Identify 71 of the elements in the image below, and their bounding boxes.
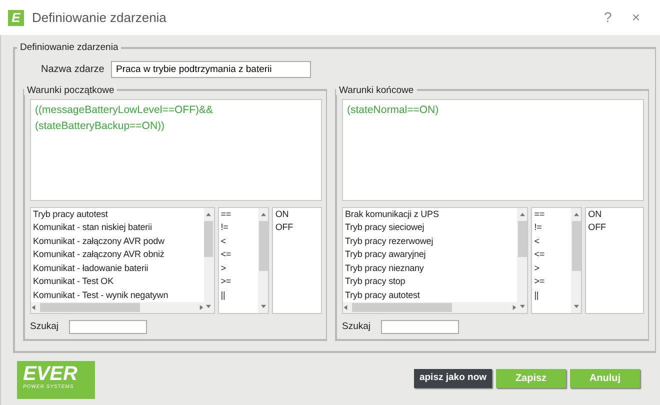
value-item[interactable]: ON	[588, 208, 641, 222]
operator-item[interactable]: ==	[220, 208, 256, 222]
scroll-right-icon[interactable]	[512, 305, 518, 310]
operator-item[interactable]: >=	[220, 275, 256, 289]
variable-item[interactable]: Tryb pracy awaryjnej	[345, 248, 516, 262]
operator-item[interactable]: >	[534, 262, 570, 276]
scrollbar-thumb[interactable]	[572, 220, 581, 271]
help-button[interactable]: ?	[594, 7, 622, 28]
variable-item[interactable]: Komunikat - stan niskiej baterii	[33, 221, 202, 235]
list-box[interactable]: Brak komunikacji z UPS Tryb pracy sieciowej Tryb pracy rezerwowej Tryb pracy awaryjnej Tryb pracy nieznany Tryb pracy stop Tryb pracy autotest	[342, 206, 528, 314]
group-legend: Warunki końcowe	[336, 86, 417, 95]
scrollbar-thumb[interactable]	[204, 220, 214, 257]
group-legend: Warunki początkowe	[24, 86, 118, 95]
operator-item[interactable]: ||	[220, 288, 256, 302]
list-box[interactable]: Tryb pracy autotest Komunikat - stan niskiej baterii Komunikat - załączony AVR podw Komunikat - załączony AVR obniż Komunikat - ładowanie baterii Komunikat - Test OK Komunikat - Test - wynik negatywn	[30, 206, 215, 314]
search-field[interactable]	[68, 320, 147, 334]
list-box[interactable]: ON OFF	[585, 206, 644, 314]
name-field[interactable]: Praca w trybie podtrzymania z baterii	[111, 60, 311, 78]
value-item[interactable]: OFF	[275, 221, 319, 235]
close-button[interactable]: ×	[622, 7, 650, 28]
scroll-up-icon[interactable]	[574, 212, 579, 217]
variable-item[interactable]: Brak komunikacji z UPS	[345, 208, 516, 222]
save-as-new-button[interactable]: apisz jako now	[414, 369, 492, 388]
scroll-left-icon[interactable]	[31, 305, 36, 310]
variable-item[interactable]: Komunikat - ładowanie baterii	[33, 262, 202, 276]
variable-item[interactable]: Tryb pracy rezerwowej	[345, 234, 516, 248]
operator-item[interactable]: >=	[534, 275, 570, 289]
list-box[interactable]: == != < <= > >= ||	[218, 206, 270, 314]
scroll-down-icon[interactable]	[574, 304, 579, 310]
scrollbar-thumb[interactable]	[258, 220, 268, 271]
scroll-up-icon[interactable]	[520, 212, 525, 217]
variable-item[interactable]: Komunikat - załączony AVR obniż	[33, 248, 202, 262]
list-box[interactable]: == != < <= > >= ||	[531, 206, 582, 314]
scroll-down-icon[interactable]	[520, 304, 525, 310]
scroll-right-icon[interactable]	[198, 305, 204, 310]
name-label: Nazwa zdarze	[40, 62, 106, 76]
variable-item[interactable]: Tryb pracy nieznany	[345, 262, 516, 276]
list-box[interactable]: ON OFF	[272, 206, 322, 314]
variable-item[interactable]: Komunikat - Test - wynik negatywn	[33, 288, 202, 302]
app-icon: E	[8, 10, 24, 26]
scroll-up-icon[interactable]	[260, 212, 266, 217]
scrollbar-thumb[interactable]	[352, 303, 452, 312]
window-title: Definiowanie zdarzenia	[32, 8, 166, 27]
group-legend: Definiowanie zdarzenia	[17, 43, 122, 52]
variable-item[interactable]: Tryb pracy stop	[345, 275, 516, 289]
search-field[interactable]	[380, 320, 459, 334]
operator-item[interactable]: <=	[220, 248, 256, 262]
value-item[interactable]: ON	[275, 208, 319, 222]
scroll-up-icon[interactable]	[206, 212, 212, 217]
value-item[interactable]: OFF	[588, 221, 641, 235]
variable-item[interactable]: Komunikat - Test OK	[33, 275, 202, 289]
operator-item[interactable]: ||	[534, 288, 570, 302]
scroll-left-icon[interactable]	[343, 305, 348, 310]
variable-item[interactable]: Komunikat - załączony AVR podw	[33, 234, 202, 248]
scroll-down-icon[interactable]	[206, 304, 212, 310]
scrollbar-thumb[interactable]	[518, 220, 527, 257]
variable-item[interactable]: Tryb pracy autotest	[33, 208, 202, 222]
operator-item[interactable]: <	[220, 234, 256, 248]
scroll-down-icon[interactable]	[260, 304, 266, 310]
search-label: Szukaj	[342, 320, 371, 334]
variable-item[interactable]: Tryb pracy sieciowej	[345, 221, 516, 235]
operator-item[interactable]: !=	[534, 221, 570, 235]
operator-item[interactable]: <=	[534, 248, 570, 262]
search-label: Szukaj	[30, 320, 59, 334]
variable-item[interactable]: Tryb pracy autotest	[345, 288, 516, 302]
operator-item[interactable]: ==	[534, 208, 570, 222]
logo-text: EVER	[23, 364, 78, 384]
scrollbar-thumb[interactable]	[40, 303, 140, 312]
operator-item[interactable]: >	[220, 262, 256, 276]
operator-item[interactable]: <	[534, 234, 570, 248]
operator-item[interactable]: !=	[220, 221, 256, 235]
